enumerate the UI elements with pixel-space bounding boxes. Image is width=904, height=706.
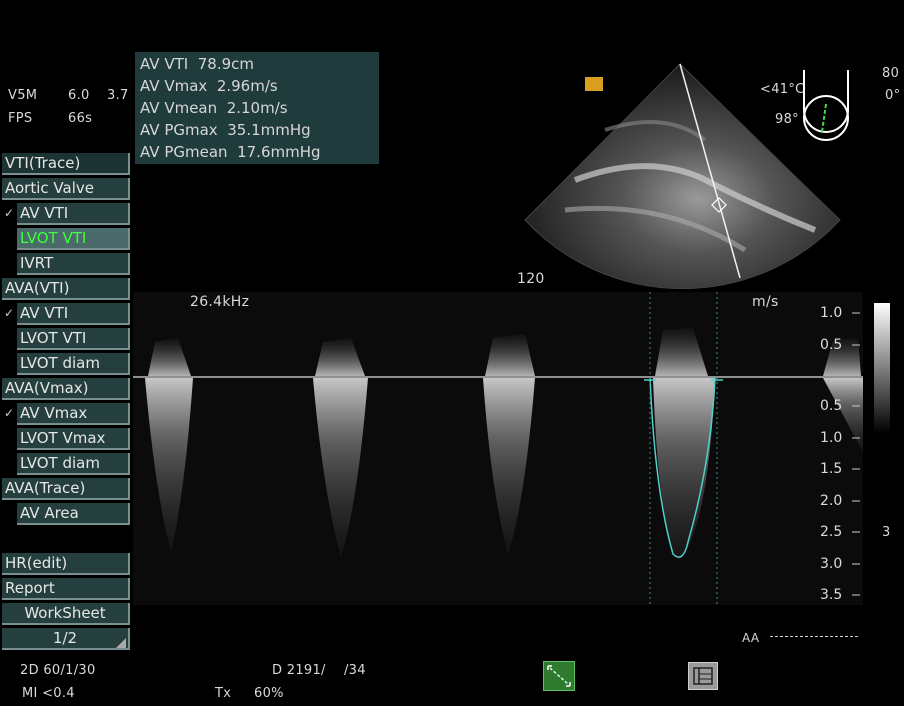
status-tx-label: Tx [215,686,232,701]
probe-angle: 98° [775,112,799,127]
measurement-av-vmax: AV Vmax 2.96m/s [140,77,278,95]
caliper-tool-icon[interactable] [543,661,575,691]
layout-icon[interactable] [688,662,718,690]
report-button[interactable]: Report [2,578,130,600]
scale-label: 1.5 [820,461,843,477]
scale-label: 1.0 [820,430,843,446]
menu-ava-vmax[interactable]: AVA(Vmax) [2,378,130,400]
probe-freq-a: 6.0 [68,88,90,103]
measurement-av-vmean: AV Vmean 2.10m/s [140,99,288,117]
fps-label: FPS [8,111,33,126]
menu-av-vti[interactable]: AV VTI [17,203,130,225]
menu-ava-vmax-lvot-diam[interactable]: LVOT diam [17,453,130,475]
menu-title[interactable]: VTI(Trace) [2,153,130,175]
menu-av-vmax[interactable]: AV Vmax [17,403,130,425]
scale-label: 3.0 [820,556,843,572]
probe-name: V5M [8,88,38,103]
menu-ava-trace[interactable]: AVA(Trace) [2,478,130,500]
scale-label: 0.5 [820,337,843,353]
gray-scale-bar [874,303,890,433]
scale-ticks [852,312,860,596]
worksheet-button[interactable]: WorkSheet [2,603,130,625]
menu-ivrt[interactable]: IVRT [17,253,130,275]
menu-aortic-valve[interactable]: Aortic Valve [2,178,130,200]
doppler-spectrum [133,292,863,605]
measurement-av-vti: AV VTI 78.9cm [140,55,254,73]
menu-av-area[interactable]: AV Area [17,503,130,525]
prf-value: 26.4kHz [190,294,250,310]
hr-edit-button[interactable]: HR(edit) [2,553,130,575]
measurement-av-pgmean: AV PGmean 17.6mmHg [140,143,321,161]
sweep-mark: AA [742,631,760,645]
sweep-line [770,636,858,637]
measurement-av-pgmax: AV PGmax 35.1mmHg [140,121,311,139]
check-icon: ✓ [4,306,15,320]
check-icon: ✓ [4,206,15,220]
measurement-panel: AV VTI 78.9cm AV Vmax 2.96m/s AV Vmean 2… [135,52,379,164]
velocity-unit: m/s [752,294,779,310]
tee-probe-icon [803,70,849,141]
menu-ava-vti-lvot-vti[interactable]: LVOT VTI [17,328,130,350]
page-indicator-button[interactable]: 1/2 [2,628,130,650]
probe-freq-b: 3.7 [107,88,129,103]
menu-lvot-vmax[interactable]: LVOT Vmax [17,428,130,450]
scale-label: 2.0 [820,493,843,509]
fps-value: 66s [68,111,93,126]
check-icon: ✓ [4,406,15,420]
rotation-value: 0° [885,88,901,103]
status-d2: /34 [344,663,366,678]
status-d: D 2191/ [272,663,326,678]
corner-arrow-icon [116,638,126,648]
menu-ava-vti-av-vti[interactable]: AV VTI [17,303,130,325]
status-2d: 2D 60/1/30 [20,663,96,678]
gain-marker: 3 [882,525,891,540]
scale-label: 3.5 [820,587,843,603]
status-mi: MI <0.4 [22,686,75,701]
depth-value: 80 [882,66,900,81]
scale-label: 1.0 [820,305,843,321]
depth-marker: 120 [517,271,545,287]
orientation-marker-icon [585,77,603,91]
menu-ava-vti-lvot-diam[interactable]: LVOT diam [17,353,130,375]
menu-ava-vti[interactable]: AVA(VTI) [2,278,130,300]
scale-label: 2.5 [820,524,843,540]
scale-label: 0.5 [820,398,843,414]
menu-lvot-vti[interactable]: LVOT VTI [17,228,130,250]
status-tx-value: 60% [254,686,284,701]
